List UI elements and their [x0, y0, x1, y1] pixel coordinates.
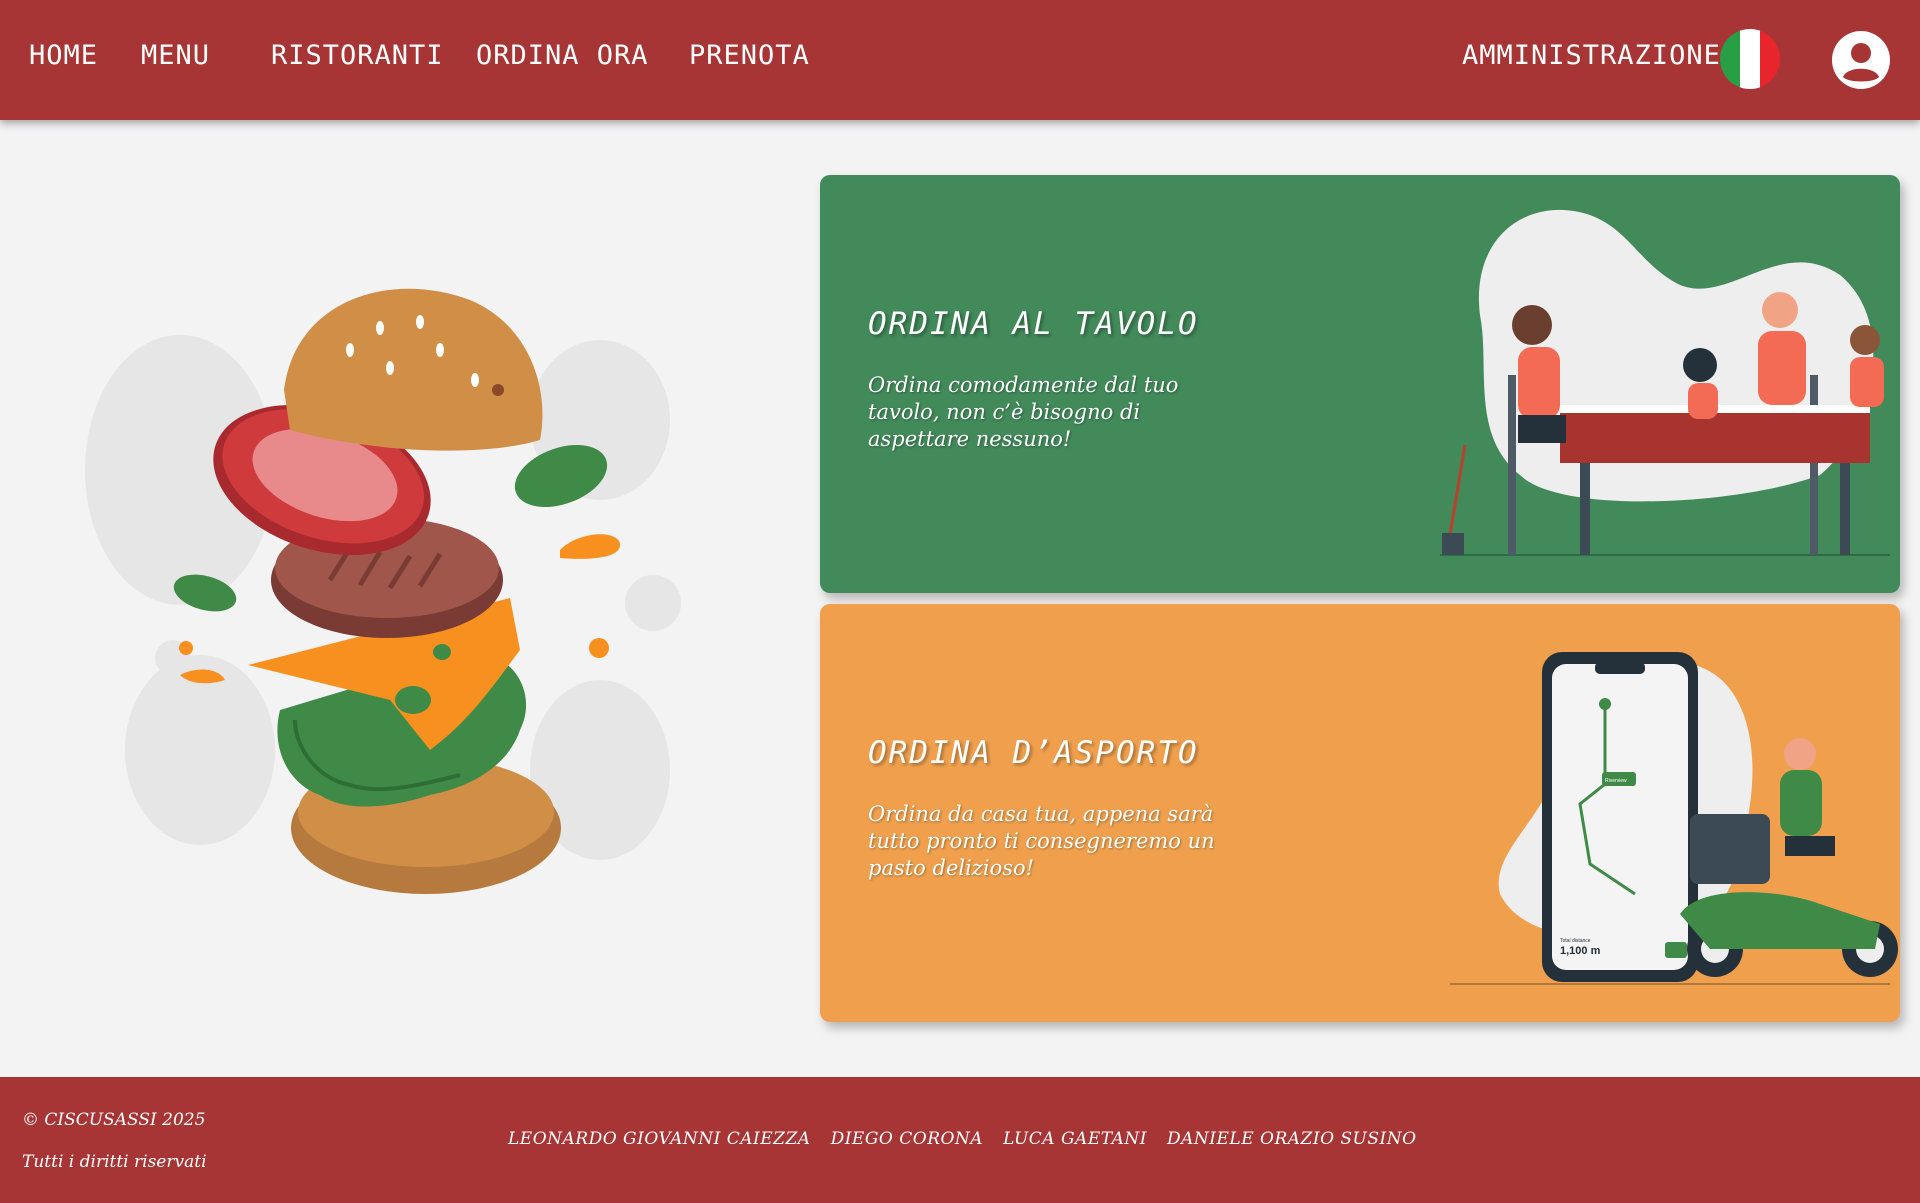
user-account-icon[interactable] [1831, 30, 1891, 90]
card-title: ORDINA AL TAVOLO [868, 306, 1199, 342]
burger-illustration [85, 288, 681, 894]
italian-flag-icon[interactable] [1720, 29, 1780, 89]
card-description: Ordina comodamente dal tuo tavolo, non c… [868, 373, 1179, 451]
phone-map-tag: Riverview [1605, 778, 1627, 784]
author-name: LEONARDO GIOVANNI CAIEZZA [508, 1129, 811, 1149]
author-name: LUCA GAETANI [1003, 1129, 1148, 1149]
author-name: DIEGO CORONA [830, 1129, 984, 1149]
nav-menu-link[interactable]: MENU [141, 40, 210, 71]
nav-home-link[interactable]: HOME [29, 40, 98, 71]
footer-copyright: © CISCUSASSI 2025 [22, 1110, 206, 1130]
nav-ristoranti-link[interactable]: RISTORANTI [271, 40, 444, 71]
footer-rights: Tutti i diritti riservati [22, 1152, 207, 1172]
phone-distance: 1,100 m [1560, 945, 1601, 957]
delivery-scooter-illustration: 1,100 m Total distance Riverview [1450, 652, 1898, 985]
card-title: ORDINA D’ASPORTO [868, 735, 1199, 771]
card-description: Ordina da casa tua, appena sarà tutto pr… [868, 802, 1215, 880]
nav-prenota-link[interactable]: PRENOTA [689, 40, 810, 71]
phone-distance-label: Total distance [1560, 938, 1591, 944]
nav-ordina-ora-link[interactable]: ORDINA ORA [476, 40, 649, 71]
nav-amministrazione-link[interactable]: AMMINISTRAZIONE [1462, 40, 1721, 71]
author-name: DANIELE ORAZIO SUSINO [1167, 1129, 1417, 1149]
top-navbar: HOME MENU RISTORANTI ORDINA ORA PRENOTA … [0, 0, 1920, 120]
family-dining-illustration [1440, 209, 1890, 556]
card-ordina-al-tavolo[interactable]: ORDINA AL TAVOLO Ordina comodamente dal … [820, 175, 1900, 593]
footer: © CISCUSASSI 2025 Tutti i diritti riserv… [0, 1077, 1920, 1203]
footer-authors: LEONARDO GIOVANNI CAIEZZA DIEGO CORONA L… [508, 1129, 1417, 1149]
card-ordina-asporto[interactable]: ORDINA D’ASPORTO Ordina da casa tua, app… [820, 604, 1900, 1022]
